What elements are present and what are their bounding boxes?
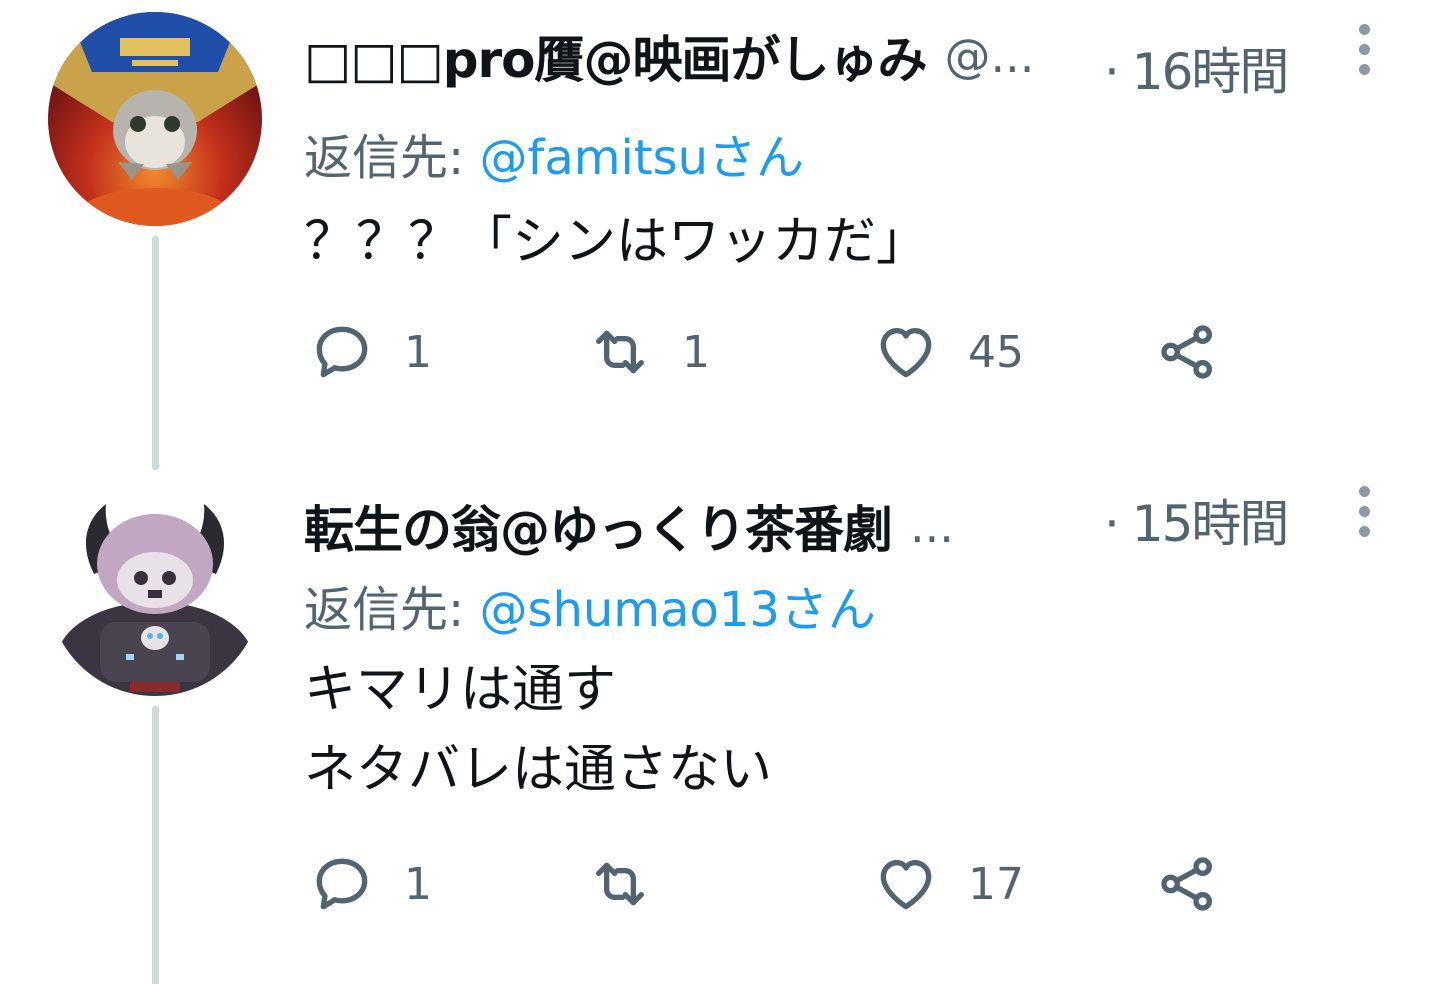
like-count: 17 [968,858,1024,910]
reply-to: 返信先: @famitsuさん [304,118,804,188]
tweet-text-line: ネタバレは通さない [304,740,773,800]
reply-mention-link[interactable]: @shumao13さん [479,582,875,638]
tweet-2[interactable]: 転生の翁@ゆっくり茶番劇 ... · 15時間 返信先: @shumao13さん… [0,470,1440,984]
reply-label: 返信先: [304,582,480,638]
comment-icon [316,858,368,910]
retweet-icon [596,862,644,906]
timestamp[interactable]: · 16時間 [1104,32,1289,104]
more-vertical-icon[interactable] [1356,486,1372,537]
reply-to: 返信先: @shumao13さん [304,570,876,640]
retweet-icon [596,330,644,374]
avatar[interactable] [48,12,262,226]
reply-mention-link[interactable]: @famitsuさん [479,130,804,186]
action-bar: 1 17 [304,844,1264,924]
share-icon [1161,325,1212,379]
user-handle[interactable]: @... [945,29,1035,83]
avatar[interactable] [48,482,262,696]
tweet-text-line: ？？？「シンはワッカだ」 [304,212,929,272]
retweet-button[interactable]: 1 [588,312,710,392]
thread-line [152,236,159,470]
tweet-feed: □□□pro贋@映画がしゅみ @... · 16時間 返信先: @famitsu… [0,0,1440,984]
tweet-1[interactable]: □□□pro贋@映画がしゅみ @... · 16時間 返信先: @famitsu… [0,0,1440,470]
reply-button[interactable]: 1 [310,844,432,924]
comment-icon [316,326,368,378]
thread-line [152,706,159,984]
reply-label: 返信先: [304,130,480,186]
like-button[interactable]: 45 [874,312,1024,392]
heart-icon [880,860,932,910]
share-icon [1161,857,1212,911]
user-handle[interactable]: ... [910,499,954,553]
share-button[interactable] [1156,844,1220,924]
timestamp[interactable]: · 15時間 [1104,484,1289,556]
reply-count: 1 [404,326,432,378]
more-vertical-icon[interactable] [1356,24,1372,75]
like-count: 45 [968,326,1024,378]
retweet-button[interactable] [588,844,682,924]
retweet-count: 1 [682,326,710,378]
action-bar: 1 1 45 [304,312,1264,392]
display-name[interactable]: □□□pro贋@映画がしゅみ [304,20,928,92]
tweet-text-line: キマリは通す [304,660,617,720]
tweet-text: キマリは通す ネタバレは通さない [304,650,772,810]
reply-button[interactable]: 1 [310,312,432,392]
like-button[interactable]: 17 [874,844,1024,924]
tweet-text: ？？？「シンはワッカだ」 [304,202,928,282]
reply-count: 1 [404,858,432,910]
display-name[interactable]: 転生の翁@ゆっくり茶番劇 [304,490,893,562]
share-button[interactable] [1156,312,1220,392]
heart-icon [880,328,932,378]
